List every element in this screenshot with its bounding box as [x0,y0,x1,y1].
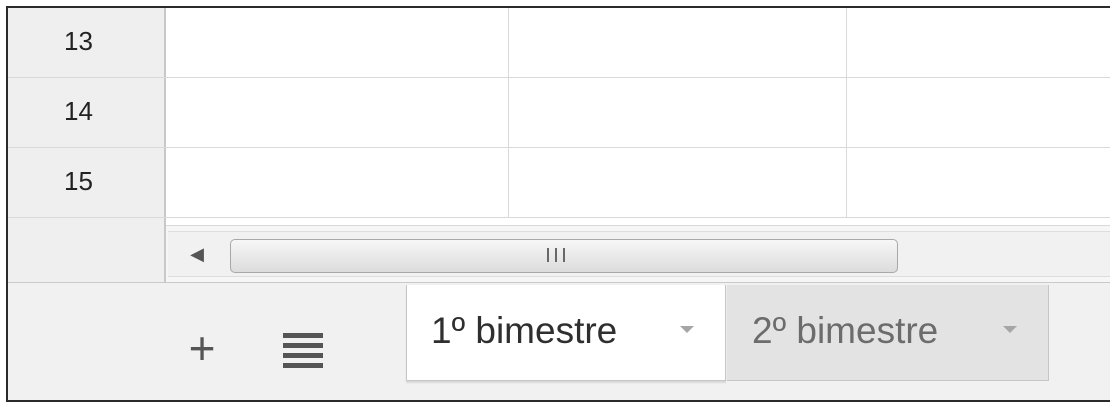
sheet-tab-bar: + 1º bimestre 2º bimestre [8,283,1110,400]
scroll-corner [8,226,166,282]
partial-row-header [8,218,166,226]
scrollbar-thumb[interactable] [230,239,898,273]
row-number[interactable]: 14 [8,78,166,147]
table-row: 15 [8,148,1110,218]
cell[interactable] [166,78,509,147]
chevron-left-icon[interactable]: ◀ [182,239,212,269]
chevron-down-icon[interactable] [1003,326,1017,333]
spreadsheet-window: 13 14 15 ◀ + 1º bimestre 2º bimestre [6,6,1110,402]
plus-icon[interactable]: + [178,325,226,374]
cell[interactable] [509,8,847,77]
horizontal-scrollbar[interactable]: ◀ [168,231,1110,277]
menu-icon[interactable] [283,333,323,368]
chevron-down-icon[interactable] [680,326,694,333]
tab-2o-bimestre[interactable]: 2º bimestre [727,285,1049,381]
spreadsheet-grid: 13 14 15 [8,8,1110,218]
table-row: 13 [8,8,1110,78]
tab-label: 2º bimestre [752,310,939,351]
row-number[interactable]: 13 [8,8,166,77]
tab-1o-bimestre[interactable]: 1º bimestre [406,285,726,381]
grip-icon [547,248,575,262]
cell[interactable] [166,148,509,217]
cell[interactable] [509,78,847,147]
table-row: 14 [8,78,1110,148]
cell[interactable] [509,148,847,217]
tab-label: 1º bimestre [431,310,618,351]
cell[interactable] [166,8,509,77]
cell[interactable] [847,78,1110,147]
horizontal-scroll-area: ◀ [8,226,1110,283]
cell[interactable] [847,8,1110,77]
row-number[interactable]: 15 [8,148,166,217]
cell[interactable] [847,148,1110,217]
partial-row [8,218,1110,226]
